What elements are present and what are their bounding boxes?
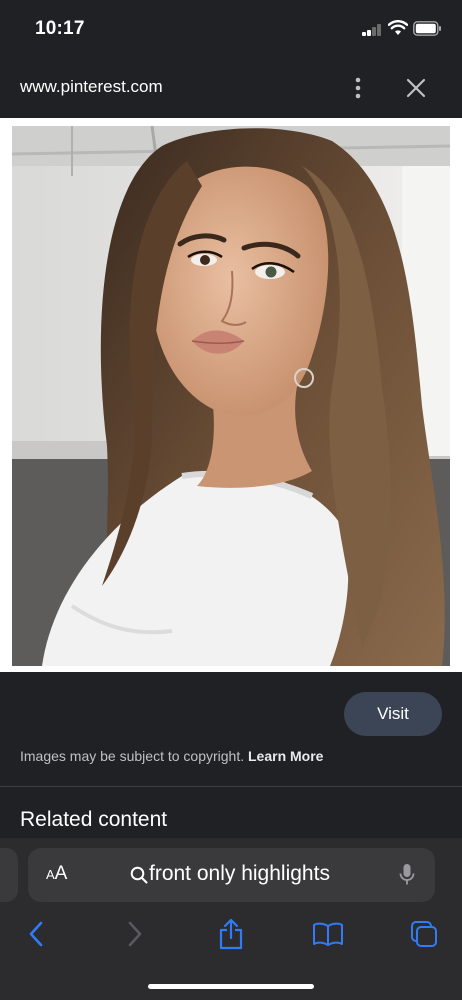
related-content-heading: Related content [20, 808, 168, 831]
microphone-icon[interactable] [399, 863, 415, 887]
wifi-icon [388, 20, 408, 35]
address-search-field[interactable]: AA front only highlights [28, 848, 435, 902]
search-icon [130, 866, 148, 884]
status-time: 10:17 [35, 18, 85, 39]
chevron-left-icon [29, 921, 43, 947]
image-preview-frame [0, 118, 462, 672]
url-text[interactable]: www.pinterest.com [20, 77, 163, 97]
browser-bottom-bar: AA front only highlights [0, 838, 462, 1000]
chevron-right-icon [128, 921, 142, 947]
forward-button[interactable] [115, 914, 155, 954]
back-button[interactable] [16, 914, 56, 954]
image-info-panel: Visit Images may be subject to copyright… [0, 672, 462, 842]
cellular-signal-icon [362, 24, 382, 36]
portrait-photo[interactable] [12, 126, 450, 666]
tabs-icon [411, 921, 437, 947]
share-button[interactable] [211, 914, 251, 954]
close-icon[interactable] [404, 76, 428, 100]
previous-tab-peek[interactable] [0, 848, 18, 902]
copyright-notice: Images may be subject to copyright. Lear… [20, 748, 323, 764]
url-bar: www.pinterest.com [0, 60, 462, 118]
home-indicator [148, 984, 314, 989]
copyright-text: Images may be subject to copyright. [20, 748, 245, 764]
divider [0, 786, 462, 787]
visit-button[interactable]: Visit [344, 692, 442, 736]
tabs-button[interactable] [404, 914, 444, 954]
more-vertical-icon[interactable] [352, 76, 364, 100]
search-query-text: front only highlights [149, 862, 330, 885]
battery-icon [413, 21, 441, 36]
learn-more-link[interactable]: Learn More [248, 748, 323, 764]
reader-text-size-button[interactable]: AA [46, 863, 67, 885]
bookmarks-button[interactable] [308, 914, 348, 954]
status-bar: 10:17 [0, 0, 462, 60]
browser-toolbar [0, 914, 462, 958]
share-icon [219, 918, 243, 950]
book-icon [313, 922, 343, 946]
